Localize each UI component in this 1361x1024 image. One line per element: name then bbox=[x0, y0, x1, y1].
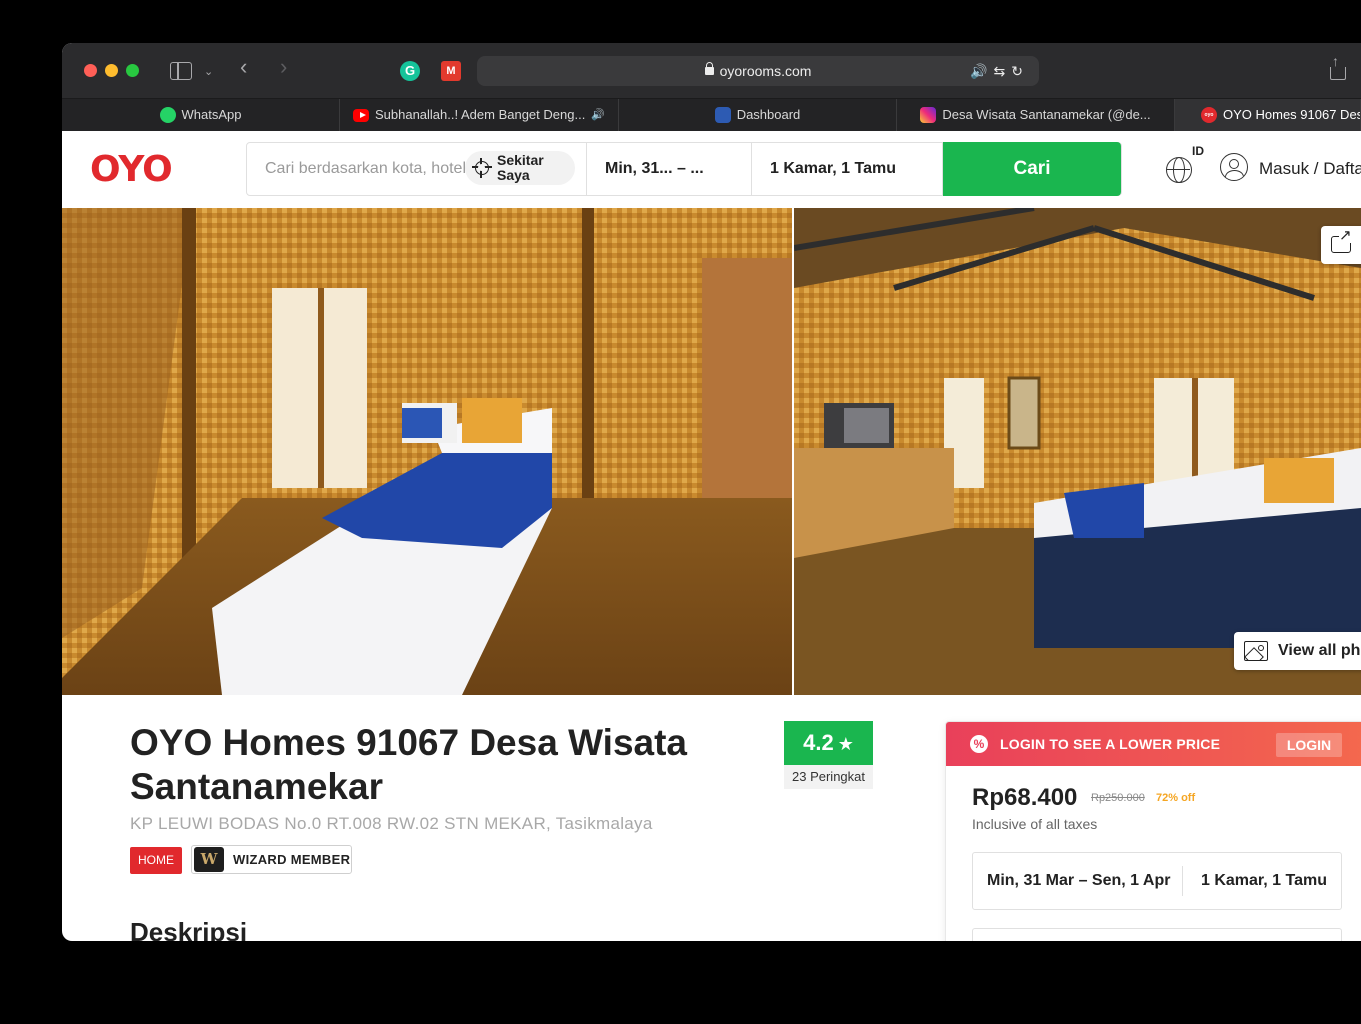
browser-window: ⌄ ‹ › G M oyorooms.com 🔊⇆↻ WhatsApp Subh… bbox=[62, 43, 1361, 941]
whatsapp-icon bbox=[159, 107, 176, 123]
instagram-icon bbox=[920, 107, 937, 123]
date-picker[interactable]: Min, 31... – ... bbox=[587, 143, 752, 195]
share-icon bbox=[1331, 229, 1352, 253]
hotel-address: KP LEUWI BODAS No.0 RT.008 RW.02 STN MEK… bbox=[130, 814, 653, 833]
guest-picker[interactable]: 1 Kamar, 1 Tamu bbox=[752, 143, 943, 195]
close-window-button[interactable] bbox=[84, 64, 97, 77]
tab-dashboard[interactable]: Dashboard bbox=[619, 99, 897, 131]
view-all-photos-button[interactable]: View all photos bbox=[1234, 632, 1361, 670]
tab-label: Subhanallah..! Adem Banget Deng... bbox=[374, 107, 586, 122]
city-search-input[interactable] bbox=[247, 143, 467, 195]
speaker-icon[interactable]: 🔊 bbox=[970, 63, 993, 79]
booking-guest-picker[interactable]: 1 Kamar, 1 Tamu bbox=[1183, 872, 1327, 890]
login-signup-link[interactable]: Masuk / Daftar bbox=[1259, 159, 1361, 179]
globe-icon[interactable] bbox=[1166, 157, 1192, 183]
search-bar: Sekitar Saya Min, 31... – ... 1 Kamar, 1… bbox=[246, 142, 1122, 196]
tab-youtube[interactable]: Subhanallah..! Adem Banget Deng... 🔊 bbox=[340, 99, 619, 131]
youtube-icon bbox=[352, 108, 369, 122]
nearby-button[interactable]: Sekitar Saya bbox=[465, 151, 575, 185]
lock-icon bbox=[704, 62, 714, 75]
wizard-member-badge[interactable]: W WIZARD MEMBER bbox=[191, 845, 352, 874]
promo-login-button[interactable]: LOGIN bbox=[1276, 733, 1342, 757]
chevron-down-icon[interactable]: ⌄ bbox=[204, 62, 213, 82]
oyo-logo[interactable]: OYO bbox=[90, 149, 173, 190]
url-text: oyorooms.com bbox=[719, 63, 812, 79]
mendeley-extension-icon[interactable]: M bbox=[441, 61, 461, 81]
share-icon[interactable] bbox=[1330, 53, 1346, 80]
home-badge: HOME bbox=[130, 847, 182, 874]
nearby-label: Sekitar Saya bbox=[497, 152, 544, 183]
tab-label: Dashboard bbox=[736, 107, 801, 122]
share-button[interactable] bbox=[1321, 226, 1361, 264]
forward-button[interactable]: › bbox=[280, 56, 287, 78]
original-price: Rp250.000 bbox=[1091, 792, 1145, 804]
image-icon bbox=[1244, 641, 1268, 661]
browser-toolbar: ⌄ ‹ › G M oyorooms.com 🔊⇆↻ bbox=[62, 43, 1361, 99]
booking-next-field[interactable] bbox=[972, 928, 1342, 941]
tab-label: WhatsApp bbox=[181, 107, 242, 122]
tab-instagram[interactable]: Desa Wisata Santanamekar (@de... bbox=[897, 99, 1175, 131]
rating-count[interactable]: 23 Peringkat bbox=[784, 765, 873, 789]
grammarly-extension-icon[interactable]: G bbox=[400, 61, 420, 81]
dashboard-icon bbox=[714, 107, 731, 123]
location-crosshair-icon bbox=[472, 161, 492, 175]
price-note: Inclusive of all taxes bbox=[972, 816, 1098, 832]
language-label[interactable]: ID bbox=[1192, 144, 1204, 158]
user-icon[interactable] bbox=[1220, 153, 1248, 181]
discount-label: 72% off bbox=[1156, 792, 1196, 804]
minimize-window-button[interactable] bbox=[105, 64, 118, 77]
tab-oyo[interactable]: oyo OYO Homes 91067 Desa bbox=[1175, 99, 1361, 131]
discount-icon: % bbox=[970, 735, 988, 753]
translate-icon[interactable]: ⇆ bbox=[994, 63, 1012, 79]
site-header: OYO Sekitar Saya Min, 31... – ... 1 Kama… bbox=[62, 131, 1361, 208]
star-icon: ★ bbox=[837, 734, 854, 754]
search-button[interactable]: Cari bbox=[943, 142, 1121, 196]
view-all-label: View all photos bbox=[1278, 642, 1361, 659]
photo-gallery: View all photos bbox=[62, 208, 1361, 695]
tab-bar: WhatsApp Subhanallah..! Adem Banget Deng… bbox=[62, 99, 1361, 131]
current-price: Rp68.400 bbox=[972, 784, 1078, 811]
promo-text: LOGIN TO SEE A LOWER PRICE bbox=[1000, 736, 1221, 752]
description-heading: Deskripsi bbox=[130, 917, 248, 941]
audio-icon[interactable]: 🔊 bbox=[591, 99, 605, 131]
booking-card: % LOGIN TO SEE A LOWER PRICE LOGIN Rp68.… bbox=[945, 721, 1361, 941]
tab-label: Desa Wisata Santanamekar (@de... bbox=[942, 107, 1151, 122]
rating-value: 4.2 bbox=[803, 730, 834, 755]
address-bar[interactable]: oyorooms.com 🔊⇆↻ bbox=[477, 56, 1039, 86]
reload-icon[interactable]: ↻ bbox=[1011, 63, 1029, 79]
sidebar-toggle-icon[interactable] bbox=[170, 62, 192, 80]
tab-label: OYO Homes 91067 Desa bbox=[1223, 107, 1361, 122]
oyo-icon: oyo bbox=[1201, 107, 1217, 123]
wizard-logo-icon: W bbox=[194, 847, 224, 872]
rating-box[interactable]: 4.2 ★ bbox=[784, 721, 873, 765]
back-button[interactable]: ‹ bbox=[240, 56, 247, 78]
tab-whatsapp[interactable]: WhatsApp bbox=[62, 99, 340, 131]
wizard-label: WIZARD MEMBER bbox=[233, 852, 351, 867]
hotel-title: OYO Homes 91067 Desa Wisata Santanamekar bbox=[130, 722, 688, 807]
zoom-window-button[interactable] bbox=[126, 64, 139, 77]
booking-selector: Min, 31 Mar – Sen, 1 Apr 1 Kamar, 1 Tamu bbox=[972, 852, 1342, 910]
booking-date-picker[interactable]: Min, 31 Mar – Sen, 1 Apr bbox=[973, 866, 1183, 896]
login-promo-bar: % LOGIN TO SEE A LOWER PRICE LOGIN bbox=[946, 722, 1361, 766]
hotel-photo-1[interactable] bbox=[62, 208, 792, 695]
hotel-photo-2[interactable] bbox=[794, 208, 1361, 695]
